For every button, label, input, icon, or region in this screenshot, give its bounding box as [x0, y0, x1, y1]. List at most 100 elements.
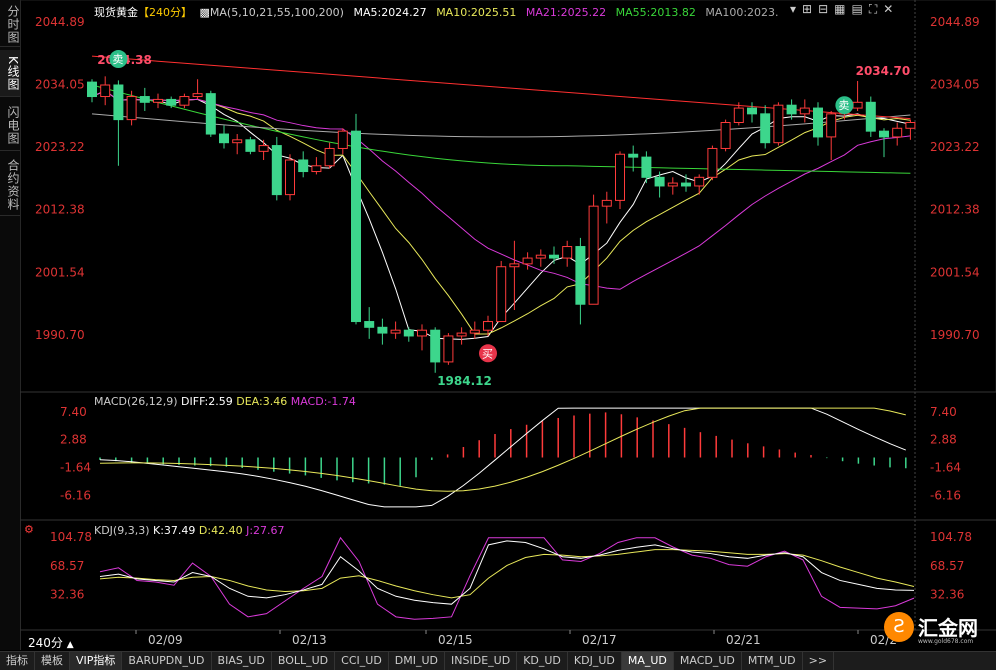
kdj-y-tick-left: 32.36 [50, 587, 84, 601]
macd-y-tick-left: 7.40 [60, 405, 87, 419]
bottom-tab[interactable]: DMI_UD [389, 652, 446, 670]
y-tick-right: 2034.05 [930, 78, 980, 92]
dropdown-icon[interactable]: ▾ [790, 2, 802, 16]
y-tick-left: 2012.38 [35, 203, 85, 217]
macd-chart: 7.40 7.40 2.88 2.88 -1.64 -1.64 -6.16 -6.16 [60, 405, 961, 508]
y-tick-left: 2001.54 [35, 265, 85, 279]
candle-body [456, 332, 467, 337]
candle-body [324, 147, 335, 167]
zoom-in-icon[interactable]: ⊞ [802, 2, 818, 16]
kdj-y-tick-right: 32.36 [930, 587, 964, 601]
candle-body [258, 145, 269, 152]
grid-icon[interactable]: ▦ [834, 2, 851, 16]
symbol-label: 现货黄金 [94, 6, 138, 19]
ma21-value: MA21:2025.22 [525, 6, 607, 19]
candle-body [773, 104, 784, 144]
candle-body [390, 329, 401, 334]
bottom-tab[interactable]: BARUPDN_UD [122, 652, 212, 670]
macd-legend: MACD(26,12,9) DIFF:2.59 DEA:3.46 MACD:-1… [94, 395, 356, 408]
tab-contract-info[interactable]: 合约资料 [0, 155, 20, 216]
candle-body [364, 321, 375, 328]
macd-y-tick-right: -6.16 [930, 489, 961, 503]
bottom-tab[interactable]: INSIDE_UD [445, 652, 518, 670]
candle-body [377, 326, 388, 334]
tab-timeshare[interactable]: 分时图 [0, 2, 20, 47]
candle-body [443, 335, 454, 363]
kdj-title: KDJ(9,3,3) [94, 524, 150, 537]
candle-body [747, 107, 757, 115]
x-tick-label: 02/17 [582, 633, 617, 647]
kdj-y-tick-left: 68.57 [50, 559, 84, 573]
candle-body [522, 257, 533, 265]
bottom-tab[interactable]: BOLL_UD [272, 652, 336, 670]
chart-area[interactable]: 2044.89 2044.89 2034.05 2034.05 2023.22 2023.… [19, 0, 996, 650]
macd-y-tick-right: -1.64 [930, 461, 961, 475]
candle-body [628, 153, 639, 158]
kdj-y-tick-right: 68.57 [930, 559, 964, 573]
brand-logo: Ƨ 汇金网 www.gold678.com [880, 610, 992, 646]
x-tick-label: 02/13 [292, 633, 327, 647]
candle-body [509, 263, 520, 268]
kdj-d: D:42.40 [198, 524, 243, 537]
candle-body [786, 104, 797, 115]
candle-body [654, 176, 665, 187]
side-tab-strip: 分时图 K线图 闪电图 合约资料 [0, 0, 21, 650]
macd-y-tick-left: -1.64 [60, 461, 91, 475]
bottom-tab[interactable]: KDJ_UD [568, 652, 622, 670]
bottom-tab[interactable]: KD_UD [517, 652, 568, 670]
layout-icon[interactable]: ▤ [852, 2, 869, 16]
sell-badge-label: 卖 [112, 53, 123, 66]
close-icon[interactable]: ✕ [883, 2, 899, 16]
chart-canvas[interactable]: 2044.89 2044.89 2034.05 2034.05 2023.22 2023.… [19, 0, 996, 650]
macd-title: MACD(26,12,9) [94, 395, 178, 408]
kdj-legend: KDJ(9,3,3) K:37.49 D:42.40 J:27.67 [94, 524, 285, 537]
x-axis: 02/09 02/13 02/15 02/17 02/21 02/2 [135, 630, 897, 647]
y-tick-right: 2001.54 [930, 265, 980, 279]
logo-text: 汇金网 [918, 616, 978, 640]
kdj-k: K:37.49 [153, 524, 196, 537]
period-badge[interactable]: 240分 ▲ [28, 634, 74, 651]
bottom-tab[interactable]: 模板 [35, 652, 70, 670]
candle-body [153, 98, 163, 103]
bottom-tab[interactable]: MACD_UD [674, 652, 742, 670]
fullscreen-icon[interactable]: ⛶ [869, 2, 883, 16]
bottom-tab[interactable]: BIAS_UD [212, 652, 272, 670]
bottom-tab[interactable]: 指标 [0, 652, 35, 670]
kdj-j: J:27.67 [246, 524, 285, 537]
candle-body [813, 107, 823, 138]
candle-body [403, 329, 414, 337]
bottom-tab[interactable]: >> [803, 652, 835, 670]
tab-kline[interactable]: K线图 [0, 50, 20, 97]
candle-body [87, 81, 97, 98]
macd-macd: MACD:-1.74 [290, 395, 356, 408]
kdj-k-line [99, 540, 915, 605]
chart-toolbar: ▾⊞⊟▦▤⛶✕ [790, 2, 899, 17]
tab-flash-chart[interactable]: 闪电图 [0, 100, 20, 151]
bottom-tab[interactable]: MTM_UD [742, 652, 803, 670]
candle-body [166, 98, 177, 106]
zoom-out-icon[interactable]: ⊟ [818, 2, 834, 16]
bottom-tab[interactable]: MA_UD [621, 652, 674, 670]
candle-body [641, 156, 652, 178]
candle-body [417, 329, 427, 337]
candle-body [799, 107, 810, 115]
period-badge-label: 240分 [28, 636, 63, 650]
candle-body [720, 122, 731, 149]
y-tick-left: 1990.70 [35, 328, 85, 342]
kdj-settings-icon[interactable]: ⚙ [24, 523, 34, 536]
macd-y-tick-left: 2.88 [60, 433, 87, 447]
candlesticks[interactable]: 2034.702034.381984.12卖卖买 [87, 50, 916, 388]
ma-toggle-icon[interactable]: ▩ [200, 6, 210, 19]
kdj-y-tick-left: 104.78 [50, 530, 92, 544]
bottom-tab[interactable]: VIP指标 [70, 652, 123, 670]
candle-body [496, 266, 507, 323]
x-tick-label: 02/15 [438, 633, 473, 647]
macd-y-tick-right: 2.88 [930, 433, 957, 447]
bottom-tab[interactable]: CCI_UD [335, 652, 389, 670]
y-tick-left: 2023.22 [35, 140, 85, 154]
candle-body [192, 93, 203, 98]
candle-body [298, 159, 309, 173]
sell-badge-label: 卖 [838, 99, 849, 112]
candle-body [245, 139, 256, 152]
indicator-tab-bar: 指标 模板 VIP指标 BARUPDN_UD BIAS_UD BOLL_UD CCI_UD D… [0, 651, 996, 670]
